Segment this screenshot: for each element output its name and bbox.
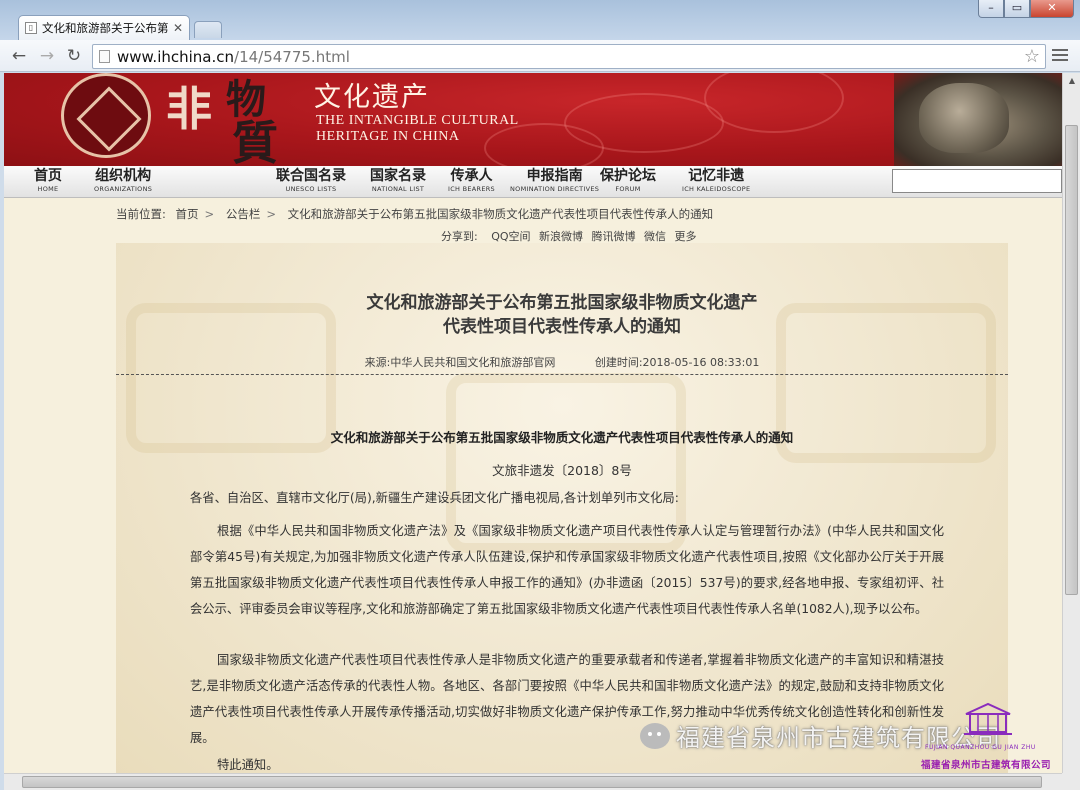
article-title: 文化和旅游部关于公布第五批国家级非物质文化遗产 代表性项目代表性传承人的通知 (366, 293, 758, 337)
site-banner: 非 物 質 文化遗产 THE INTANGIBLE CULTURAL HERIT… (4, 73, 1062, 166)
share-more[interactable]: 更多 (675, 230, 697, 243)
banner-title-cn: 文化遗产 (314, 82, 430, 113)
close-window-button[interactable]: ✕ (1030, 0, 1074, 18)
nav-forum[interactable]: 保护论坛 FORUM (600, 168, 656, 194)
menu-icon[interactable] (1052, 49, 1068, 63)
site-search-input[interactable] (892, 169, 1062, 193)
page-favicon-icon: ▯ (25, 22, 37, 34)
horizontal-scroll-thumb[interactable] (22, 776, 1042, 788)
article-panel: 文化和旅游部关于公布第五批国家级非物质文化遗产 代表性项目代表性传承人的通知 来… (116, 243, 1008, 773)
browser-toolbar: ← → ↻ www.ihchina.cn/14/54775.html ☆ (0, 40, 1080, 72)
article-meta: 来源:中华人民共和国文化和旅游部官网 创建时间:2018-05-16 08:33… (116, 354, 1008, 370)
divider (116, 374, 1008, 375)
nav-nomination-directives[interactable]: 申报指南 NOMINATION DIRECTIVES (510, 168, 599, 194)
share-wechat[interactable]: 微信 (644, 230, 666, 243)
breadcrumb-home[interactable]: 首页 (176, 207, 199, 221)
document-title: 文化和旅游部关于公布第五批国家级非物质文化遗产代表性项目代表性传承人的通知 (330, 430, 794, 445)
body-paragraph-1: 根据《中华人民共和国非物质文化遗产法》及《国家级非物质文化遗产项目代表性传承人认… (190, 524, 944, 616)
banner-title-en: THE INTANGIBLE CULTURAL HERITAGE IN CHIN… (316, 113, 519, 144)
share-qzone[interactable]: QQ空间 (491, 230, 530, 243)
nav-home[interactable]: 首页 HOME (34, 168, 62, 194)
site-nav: 首页 HOME 组织机构 ORGANIZATIONS 联合国名录 UNESCO LIS… (4, 166, 1062, 198)
tab-close-icon[interactable]: ✕ (173, 21, 183, 35)
stone-lion-image (894, 73, 1062, 166)
calligraphy-char: 非 (166, 82, 212, 136)
wechat-icon (640, 722, 670, 749)
site-logo[interactable] (61, 73, 151, 158)
seal-english: FUJIAN QUANZHOU GU JIAN ZHU (925, 744, 1036, 751)
share-bar: 分享到: QQ空间 新浪微博 腾讯微博 微信 更多 (441, 228, 702, 244)
nav-national-list[interactable]: 国家名录 NATIONAL LIST (370, 168, 426, 194)
calligraphy-char: 質 (232, 116, 278, 166)
window-titlebar: ▯ 文化和旅游部关于公布第五 ✕ – ▭ ✕ (0, 0, 1080, 40)
nav-ich-bearers[interactable]: 传承人 ICH BEARERS (448, 168, 495, 194)
company-seal-logo (964, 702, 1012, 735)
scroll-up-icon[interactable]: ▲ (1063, 73, 1080, 89)
new-tab-button[interactable] (194, 21, 222, 38)
horizontal-scrollbar[interactable] (4, 773, 1062, 790)
vertical-scroll-thumb[interactable] (1065, 125, 1078, 595)
maximize-button[interactable]: ▭ (1004, 0, 1030, 18)
breadcrumb: 当前位置: 首页 > 公告栏 > 文化和旅游部关于公布第五批国家级非物质文化遗产代表… (116, 207, 714, 221)
article-created-time: 创建时间:2018-05-16 08:33:01 (594, 356, 760, 369)
bookmark-star-icon[interactable]: ☆ (1024, 46, 1040, 67)
browser-tab[interactable]: ▯ 文化和旅游部关于公布第五 ✕ (18, 15, 190, 40)
share-weibo[interactable]: 新浪微博 (539, 230, 583, 243)
url-path: /14/54775.html (234, 47, 350, 66)
nav-unesco-lists[interactable]: 联合国名录 UNESCO LISTS (276, 168, 346, 194)
url-host: www.ihchina.cn (117, 47, 235, 66)
page-viewport: 非 物 質 文化遗产 THE INTANGIBLE CULTURAL HERIT… (4, 73, 1062, 773)
reload-icon[interactable]: ↻ (64, 46, 84, 66)
closing-line: 特此通知。 (217, 758, 279, 772)
breadcrumb-label: 当前位置: (116, 207, 166, 221)
share-label: 分享到: (441, 230, 478, 243)
minimize-button[interactable]: – (978, 0, 1004, 18)
document-number: 文旅非遗发〔2018〕8号 (492, 463, 632, 478)
addressee: 各省、自治区、直辖市文化厅(局),新疆生产建设兵团文化广播电视局,各计划单列市文… (190, 491, 679, 505)
share-tencent-weibo[interactable]: 腾讯微博 (592, 230, 636, 243)
vertical-scrollbar[interactable]: ▲ (1062, 73, 1080, 773)
page-icon (99, 50, 110, 63)
seal-chinese: 福建省泉州市古建筑有限公司 (921, 760, 1052, 771)
breadcrumb-current: 文化和旅游部关于公布第五批国家级非物质文化遗产代表性项目代表性传承人的通知 (287, 207, 714, 221)
back-arrow-icon[interactable]: ← (9, 46, 29, 66)
nav-organizations[interactable]: 组织机构 ORGANIZATIONS (94, 168, 152, 194)
forward-arrow-icon[interactable]: → (37, 46, 57, 66)
nav-ich-kaleidoscope[interactable]: 记忆非遗 ICH KALEIDOSCOPE (682, 168, 750, 194)
article-source: 来源:中华人民共和国文化和旅游部官网 (364, 356, 556, 369)
tab-title: 文化和旅游部关于公布第五 (42, 21, 169, 35)
address-bar[interactable]: www.ihchina.cn/14/54775.html ☆ (92, 44, 1046, 69)
breadcrumb-notices[interactable]: 公告栏 (226, 207, 261, 221)
